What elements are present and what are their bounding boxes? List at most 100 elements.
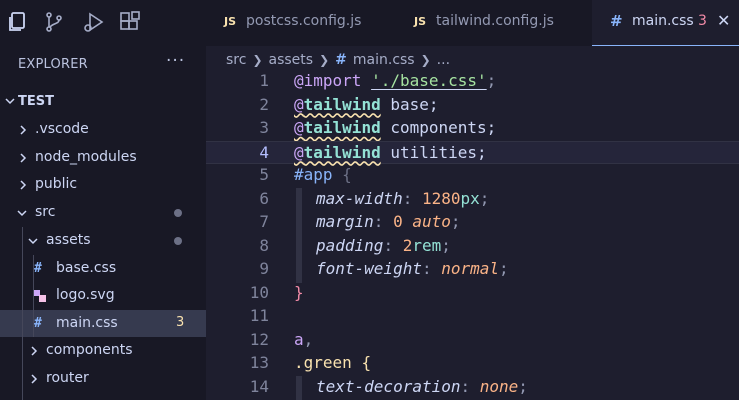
tree-item-main-css[interactable]: # main.css 3: [0, 310, 206, 337]
indent-guide: [33, 255, 34, 337]
tab-label: tailwind.config.js: [436, 13, 554, 29]
explorer-title: EXPLORER: [18, 57, 88, 72]
files-icon[interactable]: [4, 8, 32, 36]
code-text: }: [294, 282, 304, 302]
close-icon[interactable]: ✕: [717, 11, 730, 30]
code-line[interactable]: 14 text-decoration: none;: [206, 376, 739, 400]
indent-guide: [22, 227, 23, 400]
editor-tabs: JS postcss.config.js JS tailwind.config.…: [206, 0, 739, 46]
tree-item-vscode[interactable]: .vscode: [0, 116, 206, 143]
tree-item-router[interactable]: router: [0, 365, 206, 392]
breadcrumb-item[interactable]: ...: [437, 52, 450, 68]
breadcrumb-item[interactable]: src: [226, 52, 246, 68]
code-text: .green {: [294, 353, 372, 372]
breadcrumb: src ❯ assets ❯ # main.css ❯ ...: [226, 50, 450, 70]
line-number: 3: [259, 118, 269, 137]
chevron-right-icon: ❯: [319, 53, 330, 67]
code-line[interactable]: 9 font-weight: normal;: [206, 258, 739, 282]
code-line[interactable]: 13 .green {: [206, 352, 739, 376]
activity-bar: [0, 0, 206, 46]
modified-dot: [174, 237, 182, 245]
code-text: font-weight: normal;: [316, 259, 509, 278]
source-control-icon[interactable]: [40, 8, 68, 36]
explorer-sidebar: EXPLORER ··· TEST .vscode node_modules p…: [0, 46, 206, 400]
code-text: @tailwind components;: [294, 118, 497, 137]
code-line[interactable]: 12 a,: [206, 329, 739, 353]
tree-item-label: assets: [46, 232, 91, 248]
tab-tailwind-config[interactable]: JS tailwind.config.js: [396, 0, 592, 46]
chevron-right-icon: [31, 346, 38, 356]
chevron-right-icon: ❯: [252, 53, 263, 67]
chevron-right-icon: [20, 125, 27, 135]
tree-item-assets[interactable]: assets: [0, 227, 206, 254]
extensions-icon[interactable]: [116, 8, 144, 36]
code-line[interactable]: 6 max-width: 1280px;: [206, 188, 739, 212]
tree-item-public[interactable]: public: [0, 171, 206, 198]
code-line[interactable]: 7 margin: 0 auto;: [206, 211, 739, 235]
css-file-icon: #: [335, 52, 347, 68]
chevron-down-icon: [5, 98, 15, 105]
code-line[interactable]: 1 @import './base.css';: [206, 70, 739, 94]
chevron-right-icon: [20, 180, 27, 190]
run-debug-icon[interactable]: [80, 8, 108, 36]
tree-item-label: src: [35, 204, 56, 220]
tree-item-label: logo.svg: [56, 287, 115, 303]
line-number: 10: [249, 282, 269, 302]
breadcrumb-item[interactable]: assets: [269, 52, 314, 68]
tab-label: postcss.config.js: [246, 13, 362, 29]
chevron-right-icon: [20, 153, 27, 163]
line-number: 13: [249, 353, 269, 372]
tree-item-logo-svg[interactable]: logo.svg: [0, 282, 206, 309]
line-number: 1: [259, 71, 269, 90]
modified-dot: [174, 209, 182, 217]
line-number: 6: [259, 188, 269, 208]
css-file-icon: #: [610, 12, 623, 30]
project-section-header[interactable]: TEST: [0, 90, 206, 114]
breadcrumb-item[interactable]: main.css: [353, 52, 415, 68]
code-line-current[interactable]: 4 @tailwind utilities;: [206, 140, 739, 164]
code-text: a,: [294, 329, 314, 349]
code-line[interactable]: 8 padding: 2rem;: [206, 235, 739, 259]
line-number: 2: [259, 94, 269, 114]
js-file-icon: JS: [224, 15, 237, 28]
tree-item-label: components: [46, 342, 133, 358]
code-editor[interactable]: 1 @import './base.css'; 2 @tailwind base…: [206, 70, 739, 400]
line-number: 9: [259, 259, 269, 278]
code-line[interactable]: 5 #app {: [206, 164, 739, 188]
line-number: 11: [249, 306, 269, 325]
tree-item-src[interactable]: src: [0, 199, 206, 226]
tree-item-label: base.css: [56, 260, 117, 276]
line-number: 12: [249, 329, 269, 349]
code-text: @tailwind utilities;: [294, 142, 487, 162]
tree-item-label: .vscode: [35, 121, 89, 137]
project-name: TEST: [18, 94, 54, 109]
chevron-down-icon: [28, 238, 38, 245]
tree-item-label: main.css: [56, 315, 118, 331]
svg-file-icon: [34, 290, 46, 302]
tree-item-label: public: [35, 176, 78, 192]
tree-item-label: router: [46, 370, 89, 386]
chevron-right-icon: [31, 374, 38, 384]
code-text: #app {: [294, 165, 352, 184]
tree-item-components[interactable]: components: [0, 337, 206, 364]
line-number: 7: [259, 212, 269, 231]
tree-item-base-css[interactable]: # base.css: [0, 255, 206, 282]
problem-count-badge: 3: [176, 315, 185, 330]
code-text: margin: 0 auto;: [316, 212, 461, 231]
js-file-icon: JS: [414, 15, 427, 28]
css-file-icon: #: [34, 261, 42, 276]
code-line[interactable]: 2 @tailwind base;: [206, 94, 739, 118]
tab-main-css[interactable]: # main.css 3 ✕: [592, 0, 739, 46]
tree-item-label: node_modules: [35, 149, 137, 165]
code-line[interactable]: 3 @tailwind components;: [206, 117, 739, 141]
code-line[interactable]: 11: [206, 305, 739, 329]
problem-count-badge: 3: [698, 13, 707, 29]
code-line[interactable]: 10 }: [206, 282, 739, 306]
chevron-down-icon: [17, 210, 27, 217]
tree-item-node-modules[interactable]: node_modules: [0, 144, 206, 171]
code-text: padding: 2rem;: [316, 235, 451, 255]
line-number: 5: [259, 165, 269, 184]
more-actions-icon[interactable]: ···: [166, 51, 185, 71]
line-number: 8: [259, 235, 269, 255]
tab-postcss-config[interactable]: JS postcss.config.js: [206, 0, 396, 46]
